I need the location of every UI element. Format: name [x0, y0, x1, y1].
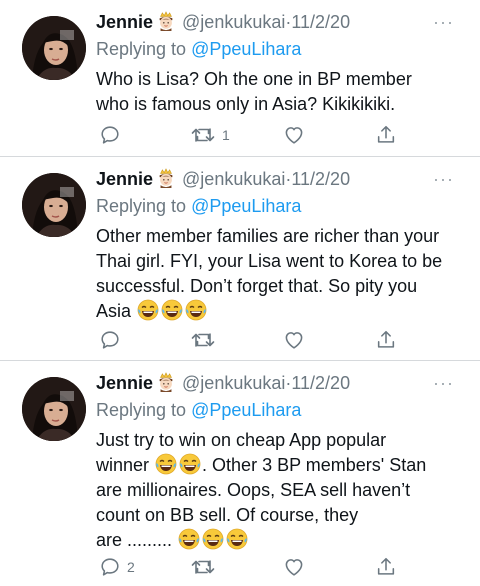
reply-icon	[101, 331, 119, 349]
tweet-text-line: Thai girl. FYI, your Lisa went to Korea …	[96, 251, 443, 271]
user-handle[interactable]: @jenkukukai	[182, 373, 285, 393]
tweet-text: Just try to win on cheap App popular win…	[96, 428, 466, 553]
action-bar: 2	[96, 554, 416, 580]
tweet-date[interactable]: 11/2/20	[291, 169, 350, 189]
like-button[interactable]	[283, 122, 311, 148]
tears-of-joy-emoji	[179, 453, 201, 475]
retweet-button[interactable]: 1	[190, 122, 230, 148]
princess-emoji	[156, 168, 176, 188]
reply-icon	[101, 126, 119, 144]
tears-of-joy-emoji	[137, 299, 159, 321]
tweet-text-line: Just try to win on cheap App popular	[96, 430, 387, 450]
replying-to: Replying to @PpeuLihara	[96, 37, 301, 61]
tweet-text: Who is Lisa? Oh the one in BP member who…	[96, 67, 466, 117]
tweet-text-line: who is famous only in Asia? Kikikikiki.	[96, 94, 396, 114]
princess-emoji	[156, 372, 176, 392]
tweet-text-line: successful. Don’t forget that. So pity y…	[96, 276, 418, 296]
tears-of-joy-emoji	[155, 453, 177, 475]
like-button[interactable]	[283, 554, 311, 580]
mention-link[interactable]: @PpeuLihara	[191, 196, 301, 216]
replying-to-label: Replying to	[96, 196, 187, 216]
tweet[interactable]: Jennie @jenkukukai·11/2/20 ··· Replying t…	[0, 361, 480, 586]
tweet-text-fragment: winner	[96, 455, 150, 475]
tweet-text-line: are .........	[96, 528, 466, 553]
tweet-date[interactable]: 11/2/20	[291, 12, 350, 32]
share-icon	[377, 125, 395, 143]
tears-of-joy-emoji	[185, 299, 207, 321]
share-button[interactable]	[375, 554, 397, 580]
tweet-header: Jennie @jenkukukai·11/2/20	[96, 167, 350, 191]
princess-emoji	[156, 11, 176, 31]
retweet-icon	[191, 333, 215, 347]
share-button[interactable]	[375, 122, 397, 148]
like-icon	[285, 127, 303, 144]
retweet-count: 1	[222, 127, 230, 143]
user-handle[interactable]: @jenkukukai	[182, 12, 285, 32]
tweet-text-line: Asia	[96, 299, 466, 324]
tweet-text-fragment: Asia	[96, 301, 132, 321]
reply-button[interactable]	[99, 327, 127, 353]
mention-link[interactable]: @PpeuLihara	[191, 400, 301, 420]
tweet-text-fragment: . Other 3 BP members' Stan	[202, 455, 427, 475]
reply-icon	[101, 558, 119, 576]
like-icon	[285, 559, 303, 576]
user-handle[interactable]: @jenkukukai	[182, 169, 285, 189]
display-name[interactable]: Jennie	[96, 12, 153, 32]
avatar[interactable]	[22, 173, 86, 237]
more-options-button[interactable]: ···	[433, 371, 454, 395]
share-button[interactable]	[375, 327, 397, 353]
retweet-button[interactable]	[190, 554, 222, 580]
mention-link[interactable]: @PpeuLihara	[191, 39, 301, 59]
replying-to-label: Replying to	[96, 400, 187, 420]
retweet-icon	[191, 560, 215, 574]
tweet-date[interactable]: 11/2/20	[291, 373, 350, 393]
tweet-text-line: Who is Lisa? Oh the one in BP member	[96, 69, 412, 89]
replying-to: Replying to @PpeuLihara	[96, 194, 301, 218]
tweet-text: Other member families are richer than yo…	[96, 224, 466, 324]
tears-of-joy-emoji	[202, 528, 224, 550]
reply-button[interactable]	[99, 122, 127, 148]
tweet-header: Jennie @jenkukukai·11/2/20	[96, 371, 350, 395]
display-name[interactable]: Jennie	[96, 373, 153, 393]
tweet-text-fragment: are .........	[96, 530, 173, 550]
replying-to-label: Replying to	[96, 39, 187, 59]
tweet-text-line: count on BB sell. Of course, they	[96, 505, 359, 525]
tweet-text-line: winner . Other 3 BP members' Stan	[96, 453, 466, 478]
tweet-header: Jennie @jenkukukai·11/2/20	[96, 10, 350, 34]
retweet-button[interactable]	[190, 327, 222, 353]
like-icon	[285, 332, 303, 349]
reply-button[interactable]: 2	[99, 554, 135, 580]
tweet[interactable]: Jennie @jenkukukai·11/2/20 ··· Replying t…	[0, 0, 480, 156]
tears-of-joy-emoji	[226, 528, 248, 550]
like-button[interactable]	[283, 327, 311, 353]
avatar[interactable]	[22, 377, 86, 441]
more-options-button[interactable]: ···	[433, 167, 454, 191]
avatar[interactable]	[22, 16, 86, 80]
reply-count: 2	[127, 559, 135, 575]
tweet[interactable]: Jennie @jenkukukai·11/2/20 ··· Replying t…	[0, 157, 480, 360]
tears-of-joy-emoji	[161, 299, 183, 321]
more-options-button[interactable]: ···	[433, 10, 454, 34]
replying-to: Replying to @PpeuLihara	[96, 398, 301, 422]
tweet-thread: Jennie @jenkukukai·11/2/20 ··· Replying t…	[0, 0, 480, 586]
tweet-text-line: are millionaires. Oops, SEA sell haven’t	[96, 480, 411, 500]
action-bar: 1	[96, 122, 416, 148]
share-icon	[377, 330, 395, 348]
action-bar	[96, 327, 416, 353]
share-icon	[377, 557, 395, 575]
tears-of-joy-emoji	[178, 528, 200, 550]
retweet-icon	[191, 128, 215, 142]
tweet-text-line: Other member families are richer than yo…	[96, 226, 440, 246]
display-name[interactable]: Jennie	[96, 169, 153, 189]
